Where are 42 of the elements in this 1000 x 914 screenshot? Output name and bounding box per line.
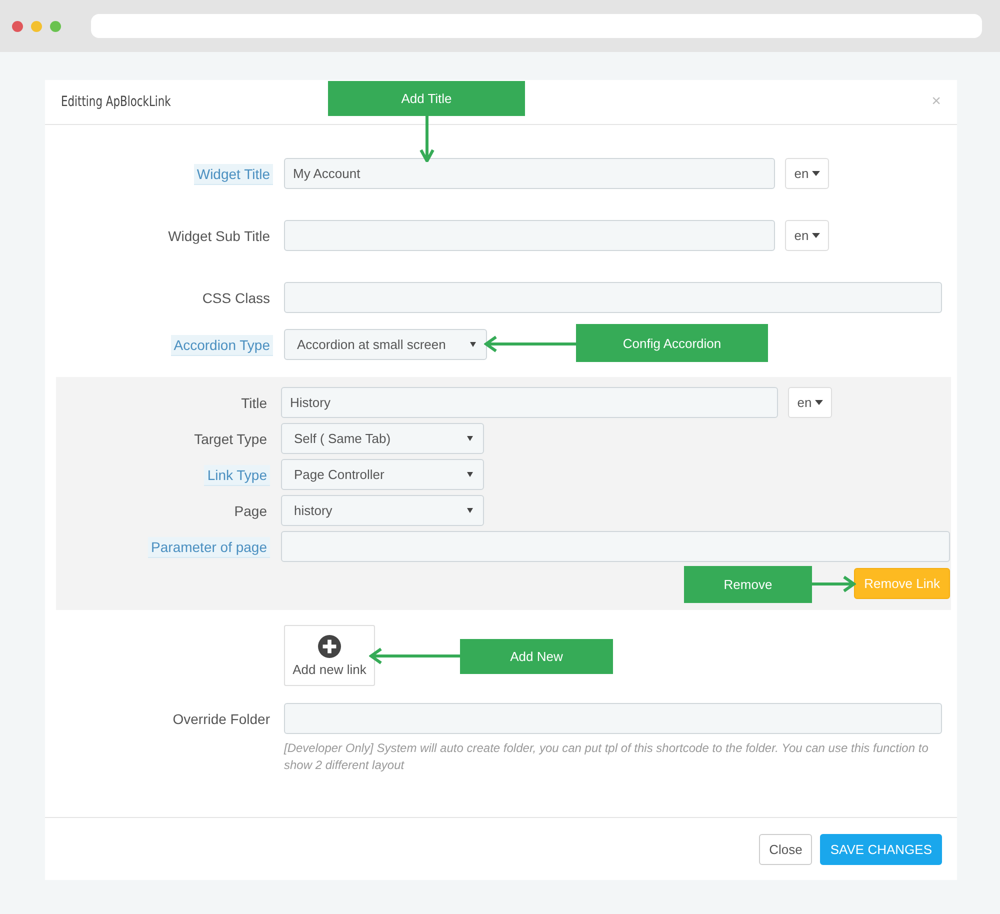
help-text: [Developer Only] System will auto create folder, you can put tpl of this shortcode to the folder. You can use this function to show 2 different layout bbox=[284, 740, 930, 774]
field-label: Accordion Type bbox=[170, 334, 273, 354]
minimize-dot-icon[interactable] bbox=[31, 20, 42, 32]
field-label: Parameter of page bbox=[148, 536, 270, 556]
callout-label: Remove bbox=[684, 566, 812, 603]
caret-icon bbox=[467, 436, 473, 441]
field-label: Link Type bbox=[204, 464, 270, 484]
close-dot-icon[interactable] bbox=[12, 20, 23, 32]
field-label: CSS Class bbox=[201, 288, 271, 308]
caret-icon bbox=[470, 342, 476, 347]
callout-label: Add Title bbox=[328, 81, 525, 116]
text-field[interactable] bbox=[284, 703, 942, 734]
callout-label: Add New bbox=[460, 639, 613, 674]
maximize-dot-icon[interactable] bbox=[50, 20, 61, 32]
field-label: Page bbox=[233, 502, 268, 520]
field-label: Widget Title bbox=[194, 164, 273, 184]
caret-icon bbox=[467, 472, 473, 477]
field-label: Target Type bbox=[193, 430, 268, 448]
modal-title: Editting ApBlockLink bbox=[61, 94, 171, 110]
arrow bbox=[419, 116, 435, 162]
arrow bbox=[812, 575, 856, 593]
select-dropdown[interactable]: Self ( Same Tab) bbox=[281, 423, 484, 454]
add-new-link-button[interactable]: Add new link bbox=[284, 625, 375, 686]
address-bar[interactable] bbox=[91, 14, 982, 38]
text-field[interactable] bbox=[281, 531, 950, 562]
text-field[interactable] bbox=[284, 220, 775, 251]
plus-circle-icon bbox=[318, 634, 341, 658]
field-label: Widget Sub Title bbox=[167, 226, 271, 246]
caret-icon bbox=[467, 508, 473, 513]
callout-label: Config Accordion bbox=[576, 324, 768, 362]
field-label: Title bbox=[240, 394, 268, 412]
field-label: Override Folder bbox=[172, 710, 271, 728]
select-dropdown[interactable]: Page Controller bbox=[281, 459, 484, 490]
select-dropdown[interactable]: Accordion at small screen bbox=[284, 329, 487, 360]
text-field[interactable] bbox=[284, 282, 942, 313]
close-button[interactable]: Close bbox=[759, 834, 812, 864]
language-dropdown[interactable]: en bbox=[788, 387, 832, 418]
language-dropdown[interactable]: en bbox=[785, 158, 829, 189]
select-dropdown[interactable]: history bbox=[281, 495, 484, 526]
language-dropdown[interactable]: en bbox=[785, 220, 829, 251]
text-field[interactable]: History bbox=[281, 387, 778, 418]
text-field[interactable]: My Account bbox=[284, 158, 775, 189]
